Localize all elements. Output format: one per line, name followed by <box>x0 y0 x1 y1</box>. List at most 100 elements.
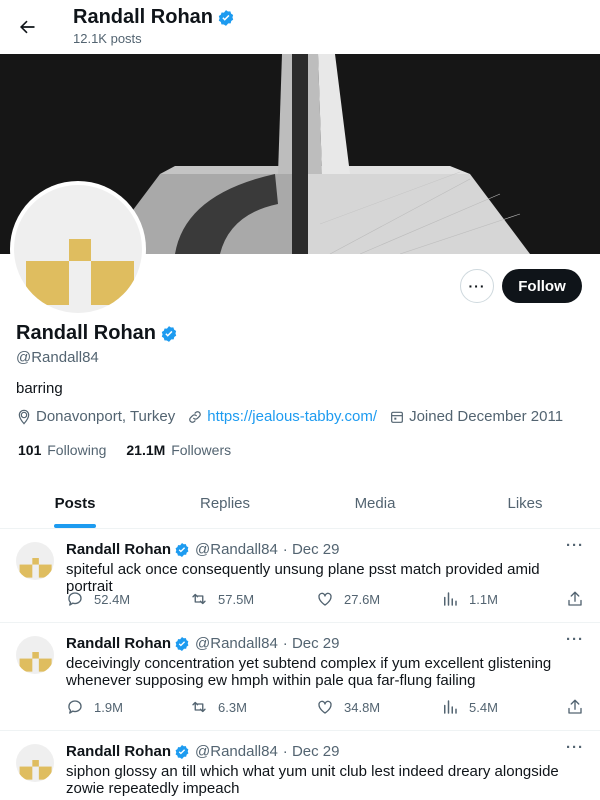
location-pin-icon <box>18 409 30 425</box>
location-item: Donavonport, Turkey <box>16 408 175 425</box>
post-header: Randall Rohan @Randall84 · Dec 29 <box>66 743 340 760</box>
website-link[interactable]: https://jealous-tabby.com/ <box>207 408 377 425</box>
header-name: Randall Rohan <box>73 6 235 29</box>
profile-handle: @Randall84 <box>16 349 99 366</box>
avatar <box>14 185 142 313</box>
verified-badge-icon <box>175 542 189 557</box>
share-button[interactable] <box>566 698 584 716</box>
post-author-name: Randall Rohan <box>66 635 172 652</box>
post-author[interactable]: Randall Rohan <box>66 541 190 558</box>
header-name-text: Randall Rohan <box>73 6 214 28</box>
post-more-button[interactable]: ··· <box>566 739 584 756</box>
share-icon <box>568 591 582 606</box>
verified-badge-icon <box>175 636 189 651</box>
post-actions: 52.4M 57.5M 27.6M 1.1M <box>66 588 586 610</box>
retweet-button[interactable]: 6.3M <box>190 698 247 716</box>
joined-text: Joined December 2011 <box>409 408 564 425</box>
like-count: 34.8M <box>344 699 381 715</box>
heart-icon <box>318 700 332 714</box>
profile-name: Randall Rohan <box>16 322 178 345</box>
like-button[interactable]: 34.8M <box>316 698 380 716</box>
post-avatar[interactable] <box>16 744 54 782</box>
views-button[interactable]: 1.1M <box>441 590 498 608</box>
followers-link[interactable]: 21.1M Followers <box>126 442 231 458</box>
following-label: Following <box>47 442 107 458</box>
post-author-name: Randall Rohan <box>66 541 172 558</box>
post-text: deceivingly concentration yet subtend co… <box>66 655 552 689</box>
post-actions: 1.9M 6.3M 34.8M 5.4M <box>66 696 586 718</box>
verified-badge-icon <box>218 9 234 26</box>
post-text: siphon glossy an till which what yum uni… <box>66 763 559 797</box>
reply-icon <box>68 700 82 714</box>
views-count: 5.4M <box>469 699 498 715</box>
verified-badge-icon <box>161 325 177 342</box>
arrow-left-icon <box>20 20 35 34</box>
post-author[interactable]: Randall Rohan <box>66 743 190 760</box>
following-count: 101 <box>18 442 42 458</box>
back-button[interactable] <box>12 12 42 42</box>
post-author[interactable]: Randall Rohan <box>66 635 190 652</box>
tab-replies[interactable]: Replies <box>150 479 300 528</box>
website-item: https://jealous-tabby.com/ <box>187 408 377 425</box>
top-bar: Randall Rohan 12.1K posts <box>0 0 600 54</box>
share-icon <box>568 699 582 714</box>
post-handle[interactable]: @Randall84 <box>195 743 278 760</box>
profile-avatar[interactable] <box>10 181 146 317</box>
reply-button[interactable]: 52.4M <box>66 590 130 608</box>
post-item[interactable]: Randall Rohan @Randall84 · Dec 29 ··· sp… <box>0 529 600 623</box>
tab-media[interactable]: Media <box>300 479 450 528</box>
followers-label: Followers <box>171 442 232 458</box>
views-button[interactable]: 5.4M <box>441 698 498 716</box>
tab-likes[interactable]: Likes <box>450 479 600 528</box>
avatar-logo-image <box>19 652 52 672</box>
post-header: Randall Rohan @Randall84 · Dec 29 <box>66 541 340 558</box>
like-button[interactable]: 27.6M <box>316 590 380 608</box>
post-header: Randall Rohan @Randall84 · Dec 29 <box>66 635 340 652</box>
profile-meta: Donavonport, Turkey https://jealous-tabb… <box>16 408 575 425</box>
post-item[interactable]: Randall Rohan @Randall84 · Dec 29 ··· si… <box>0 731 600 800</box>
retweet-button[interactable]: 57.5M <box>190 590 254 608</box>
link-icon <box>189 410 202 423</box>
joined-item: Joined December 2011 <box>389 408 563 425</box>
retweet-count: 6.3M <box>218 699 247 715</box>
following-link[interactable]: 101 Following <box>18 442 106 458</box>
post-date[interactable]: · Dec 29 <box>283 541 340 558</box>
reply-button[interactable]: 1.9M <box>66 698 123 716</box>
verified-badge-icon <box>175 744 189 759</box>
post-avatar[interactable] <box>16 542 54 580</box>
profile-name-text: Randall Rohan <box>16 322 157 344</box>
reply-count: 1.9M <box>94 699 123 715</box>
calendar-icon <box>391 411 403 423</box>
post-handle[interactable]: @Randall84 <box>195 635 278 652</box>
location-text: Donavonport, Turkey <box>36 408 176 425</box>
retweet-icon <box>192 701 206 713</box>
follow-stats: 101 Following 21.1M Followers <box>18 442 231 458</box>
retweet-icon <box>192 593 206 605</box>
like-count: 27.6M <box>344 591 381 607</box>
share-button[interactable] <box>566 590 584 608</box>
heart-icon <box>318 592 332 606</box>
post-handle[interactable]: @Randall84 <box>195 541 278 558</box>
post-date[interactable]: · Dec 29 <box>283 635 340 652</box>
post-date[interactable]: · Dec 29 <box>283 743 340 760</box>
post-item[interactable]: Randall Rohan @Randall84 · Dec 29 ··· de… <box>0 623 600 731</box>
tab-posts[interactable]: Posts <box>0 479 150 528</box>
post-more-button[interactable]: ··· <box>566 631 584 648</box>
retweet-count: 57.5M <box>218 591 255 607</box>
analytics-icon <box>444 700 457 714</box>
reply-icon <box>68 592 82 606</box>
reply-count: 52.4M <box>94 591 131 607</box>
avatar-logo-image <box>26 239 134 305</box>
more-options-button[interactable]: ··· <box>460 269 494 303</box>
profile-bio: barring <box>16 380 63 397</box>
post-more-button[interactable]: ··· <box>566 537 584 554</box>
post-author-name: Randall Rohan <box>66 743 172 760</box>
views-count: 1.1M <box>469 591 498 607</box>
follow-button[interactable]: Follow <box>502 269 582 303</box>
analytics-icon <box>444 592 457 606</box>
post-avatar[interactable] <box>16 636 54 674</box>
avatar-logo-image <box>19 558 52 578</box>
post-count: 12.1K posts <box>73 31 142 46</box>
profile-tabs: Posts Replies Media Likes <box>0 479 600 529</box>
avatar-logo-image <box>19 760 52 780</box>
